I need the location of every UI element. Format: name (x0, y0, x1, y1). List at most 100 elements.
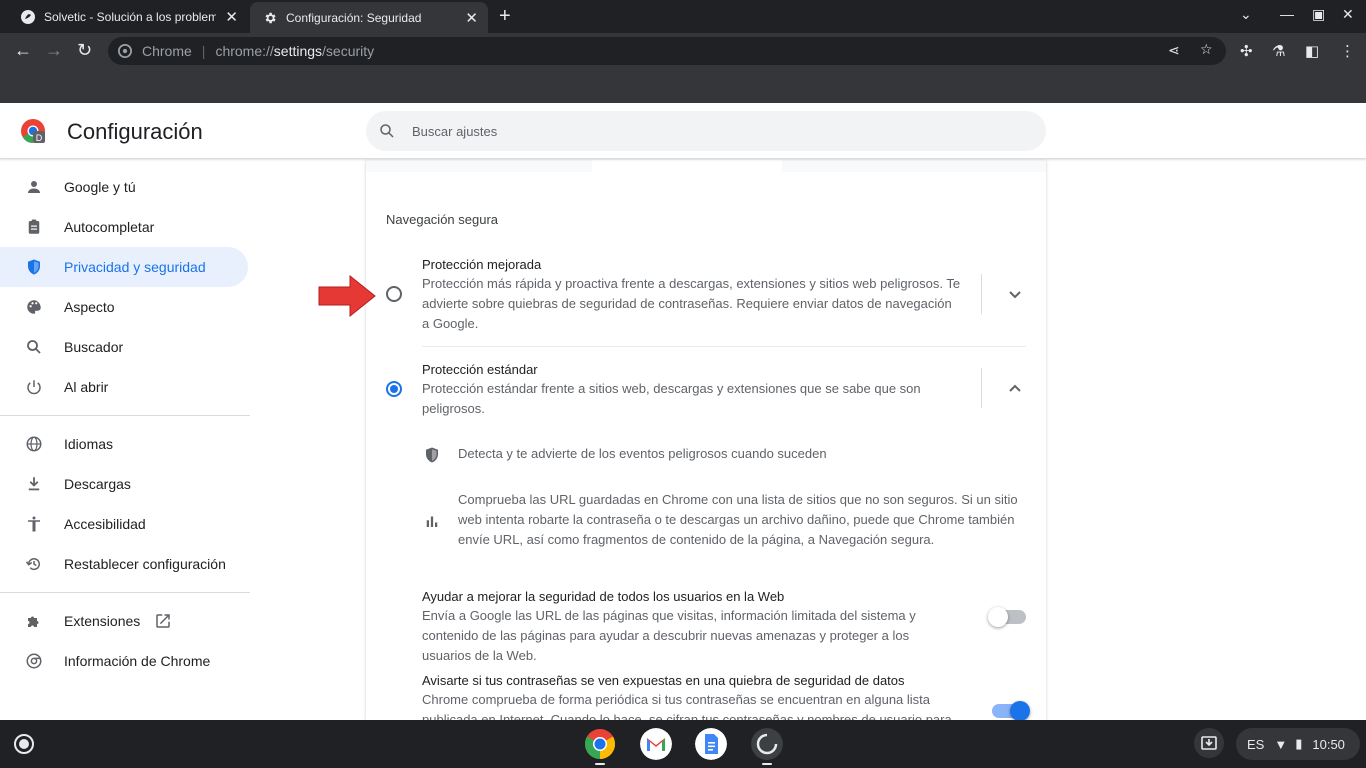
share-icon[interactable]: ⋖ (1168, 42, 1180, 59)
maximize-icon[interactable]: ▣ (1312, 6, 1325, 23)
accessibility-icon (24, 514, 44, 534)
safe-browsing-card: Navegación segura Protección mejorada Pr… (366, 160, 1046, 720)
running-indicator (595, 763, 605, 765)
sidebar-item-appearance[interactable]: Aspecto (0, 287, 248, 327)
shield-icon (24, 257, 44, 277)
sidebar-item-label: Idiomas (64, 436, 114, 452)
annotation-arrow-icon (318, 275, 376, 317)
launcher-icon[interactable] (14, 734, 34, 754)
sidebar-item-label: Autocompletar (64, 219, 155, 235)
gear-icon (262, 10, 278, 26)
sidebar-item-label: Información de Chrome (64, 653, 211, 669)
toggle-title: Ayudar a mejorar la seguridad de todos l… (422, 589, 785, 604)
forward-icon[interactable]: → (45, 41, 63, 59)
clock: 10:50 (1312, 736, 1345, 752)
shield-icon (426, 447, 438, 463)
toggle-title: Avisarte si tus contraseñas se ven expue… (422, 673, 905, 688)
radio-enhanced-protection[interactable] (386, 286, 402, 302)
close-tab-icon[interactable]: ✕ (465, 9, 478, 27)
omnibox-separator: | (201, 43, 206, 59)
bookmarks-bar (0, 69, 1366, 103)
sidebar-item-privacy[interactable]: Privacidad y seguridad (0, 247, 248, 287)
option-title: Protección mejorada (422, 257, 542, 272)
search-icon (24, 337, 44, 357)
sidebar-item-languages[interactable]: Idiomas (0, 424, 248, 464)
sidebar-item-downloads[interactable]: Descargas (0, 464, 248, 504)
labs-flask-icon[interactable]: ⚗ (1272, 42, 1285, 60)
sidebar-item-accessibility[interactable]: Accesibilidad (0, 504, 248, 544)
section-title: Navegación segura (386, 212, 499, 227)
menu-dots-icon[interactable]: ⋮ (1340, 42, 1355, 60)
help-improve-security-toggle[interactable] (988, 607, 1026, 627)
url-path: /security (322, 43, 375, 59)
card-top-strip (366, 160, 1046, 172)
sidebar-item-google[interactable]: Google y tú (0, 167, 248, 207)
sidebar-item-label: Descargas (64, 476, 131, 492)
status-tray[interactable]: ES ▼ ▮ 10:50 (1236, 728, 1360, 760)
loading-app-icon[interactable] (751, 728, 783, 760)
password-leak-warning-toggle[interactable] (992, 701, 1030, 720)
sidebar: Google y tú Autocompletar Privacidad y s… (0, 160, 250, 720)
address-bar[interactable]: Chrome | chrome://settings/security ⋖ ☆ (108, 37, 1226, 65)
sidebar-item-label: Buscador (64, 339, 124, 355)
search-input[interactable] (412, 123, 972, 139)
tab-settings[interactable]: Configuración: Seguridad ✕ (250, 2, 488, 33)
minimize-icon[interactable]: — (1280, 6, 1294, 22)
chrome-icon (24, 651, 44, 671)
tab-search-icon[interactable]: ⌄ (1240, 6, 1252, 23)
chevron-down-icon[interactable] (1007, 286, 1023, 302)
detail-text: Detecta y te advierte de los eventos pel… (458, 446, 827, 461)
radio-standard-protection[interactable] (386, 381, 402, 397)
sidebar-item-search-engine[interactable]: Buscador (0, 327, 248, 367)
close-window-icon[interactable]: ✕ (1342, 6, 1354, 23)
settings-header: D Configuración (0, 103, 1366, 159)
sidebar-item-reset[interactable]: Restablecer configuración (0, 544, 248, 584)
search-icon (380, 124, 394, 138)
divider (422, 346, 1026, 347)
sidebar-item-label: Privacidad y seguridad (64, 259, 206, 275)
site-label: Chrome (142, 43, 192, 59)
sidebar-item-about-chrome[interactable]: Información de Chrome (0, 641, 248, 681)
gmail-app-icon[interactable] (640, 728, 672, 760)
close-tab-icon[interactable]: ✕ (225, 8, 238, 26)
option-title: Protección estándar (422, 362, 538, 377)
palette-icon (24, 297, 44, 317)
chevron-up-icon[interactable] (1007, 381, 1023, 397)
chrome-icon (118, 44, 132, 58)
running-indicator (762, 763, 772, 765)
battery-icon: ▮ (1295, 736, 1303, 751)
chrome-app-icon[interactable] (584, 728, 616, 760)
sidebar-item-autofill[interactable]: Autocompletar (0, 207, 248, 247)
sidebar-divider (0, 415, 250, 416)
side-panel-icon[interactable]: ◧ (1305, 42, 1319, 60)
docs-app-icon[interactable] (695, 728, 727, 760)
sidebar-item-label: Google y tú (64, 179, 136, 195)
chrome-dev-logo-icon: D (21, 119, 45, 143)
option-description: Protección más rápida y proactiva frente… (422, 276, 961, 331)
solvetic-favicon-icon (20, 9, 36, 25)
sidebar-item-label: Restablecer configuración (64, 556, 226, 572)
person-icon (24, 177, 44, 197)
divider (981, 274, 982, 314)
reload-icon[interactable]: ↻ (77, 41, 92, 59)
tab-solvetic[interactable]: Solvetic - Solución a los problem ✕ (8, 0, 248, 33)
sidebar-item-on-startup[interactable]: Al abrir (0, 367, 248, 407)
tab-strip: Solvetic - Solución a los problem ✕ Conf… (0, 0, 1366, 33)
tab-title: Solvetic - Solución a los problem (44, 9, 216, 24)
site-info[interactable]: Chrome (118, 43, 192, 59)
new-tab-icon[interactable]: + (499, 5, 511, 28)
tote-icon[interactable] (1194, 728, 1224, 758)
toggle-description: Chrome comprueba de forma periódica si t… (422, 692, 952, 720)
back-icon[interactable]: ← (14, 41, 32, 59)
settings-search[interactable] (366, 111, 1046, 151)
detail-text: Comprueba las URL guardadas en Chrome co… (458, 492, 1018, 547)
url-host: settings (273, 43, 323, 59)
sidebar-item-extensions[interactable]: Extensiones (0, 601, 248, 641)
svg-text:D: D (36, 133, 43, 143)
download-icon (24, 474, 44, 494)
wifi-icon: ▼ (1274, 736, 1288, 752)
extensions-puzzle-icon[interactable]: ✣ (1240, 42, 1253, 60)
bookmark-star-icon[interactable]: ☆ (1200, 41, 1213, 58)
sidebar-item-label: Extensiones (64, 613, 141, 629)
os-shelf: ES ▼ ▮ 10:50 (0, 720, 1366, 768)
